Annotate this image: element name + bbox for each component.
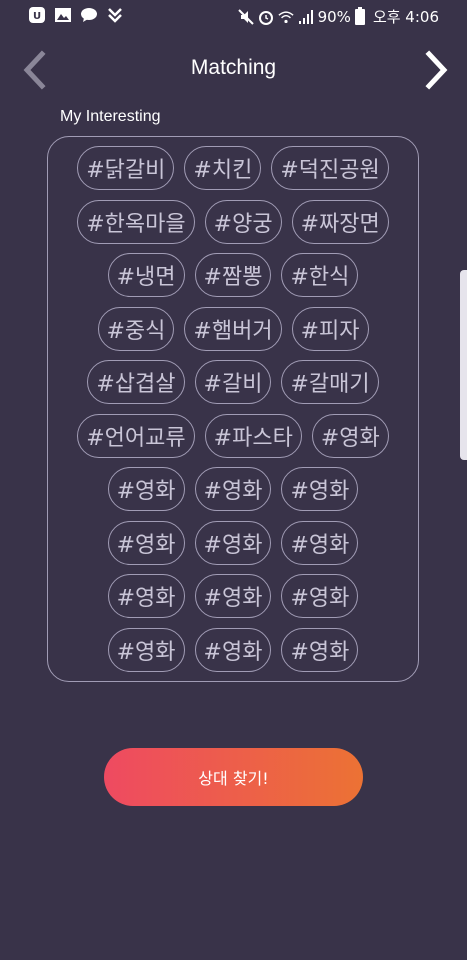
interest-tag[interactable]: #영화 — [194, 627, 272, 672]
interest-tag[interactable]: #영화 — [194, 520, 272, 565]
interest-tag[interactable]: #영화 — [281, 627, 359, 672]
tag-row: #냉면 #짬뽕 #한식 — [54, 253, 412, 297]
tag-row: #영화 #영화 #영화 — [54, 467, 412, 511]
tag-row: #한옥마을 #양궁 #짜장면 — [54, 199, 412, 244]
interest-tag[interactable]: #영화 — [107, 627, 185, 672]
scrollbar[interactable] — [460, 270, 467, 460]
gallery-icon — [54, 6, 72, 24]
kakaotalk-icon — [80, 6, 98, 24]
interest-tag[interactable]: #영화 — [281, 574, 359, 618]
find-match-button[interactable]: 상대 찾기! — [104, 748, 363, 806]
interest-tag[interactable]: #영화 — [107, 574, 185, 618]
forward-button[interactable] — [419, 48, 455, 92]
interest-tag[interactable]: #영화 — [107, 520, 185, 565]
status-bar: U 90% 오후 4:06 — [0, 0, 467, 32]
interest-tag[interactable]: #파스타 — [204, 413, 302, 458]
interest-tag[interactable]: #한옥마을 — [77, 199, 195, 244]
interest-tag[interactable]: #양궁 — [204, 199, 282, 244]
tag-row: #삽겹살 #갈비 #갈매기 — [54, 360, 412, 404]
interest-tag[interactable]: #냉면 — [107, 253, 185, 297]
tag-row: #영화 #영화 #영화 — [54, 627, 412, 672]
header: Matching — [0, 40, 467, 100]
tag-row: #중식 #햄버거 #피자 — [54, 306, 412, 351]
signal-icon — [298, 8, 314, 26]
interest-tag[interactable]: #중식 — [97, 306, 175, 351]
mute-icon — [237, 8, 254, 26]
tag-row: #언어교류 #파스타 #영화 — [54, 413, 412, 458]
interest-tag[interactable]: #삽겹살 — [87, 360, 185, 404]
alarm-icon — [258, 8, 274, 26]
tag-row: #영화 #영화 #영화 — [54, 520, 412, 565]
battery-percent: 90% — [317, 7, 351, 26]
app-notification-icon: U — [28, 6, 46, 24]
tag-row: #영화 #영화 #영화 — [54, 574, 412, 618]
interest-tag[interactable]: #치킨 — [184, 146, 262, 190]
interest-tag[interactable]: #닭갈비 — [77, 146, 175, 190]
interest-tag[interactable]: #영화 — [281, 467, 359, 511]
status-time: 오후 4:06 — [372, 8, 439, 26]
page-title: Matching — [190, 56, 277, 79]
interest-tag[interactable]: #짬뽕 — [194, 253, 272, 297]
interest-tag[interactable]: #피자 — [291, 306, 369, 351]
interest-tag[interactable]: #짜장면 — [291, 199, 389, 244]
download-icon — [106, 6, 124, 24]
interest-tag[interactable]: #영화 — [311, 413, 389, 458]
wifi-icon — [278, 8, 294, 26]
interest-tag[interactable]: #갈비 — [194, 360, 272, 404]
interest-tag[interactable]: #햄버거 — [184, 306, 282, 351]
tag-row: #닭갈비 #치킨 #덕진공원 — [54, 146, 412, 190]
interest-tag[interactable]: #갈매기 — [281, 360, 379, 404]
interest-tag[interactable]: #영화 — [281, 520, 359, 565]
svg-text:U: U — [33, 11, 41, 22]
interests-box: #닭갈비 #치킨 #덕진공원 #한옥마을 #양궁 #짜장면 #냉면 #짬뽕 #한… — [47, 136, 419, 682]
status-left-icons: U — [28, 6, 124, 24]
interest-tag[interactable]: #영화 — [194, 467, 272, 511]
interest-tag[interactable]: #한식 — [281, 253, 359, 297]
interests-label: My Interesting — [60, 108, 161, 125]
chevron-right-icon — [425, 50, 448, 90]
status-right: 90% 오후 4:06 — [237, 6, 439, 27]
interest-tag[interactable]: #언어교류 — [77, 413, 195, 458]
battery-icon — [354, 6, 365, 25]
interest-tag[interactable]: #영화 — [194, 574, 272, 618]
interest-tag[interactable]: #덕진공원 — [271, 146, 389, 190]
interest-tag[interactable]: #영화 — [107, 467, 185, 511]
